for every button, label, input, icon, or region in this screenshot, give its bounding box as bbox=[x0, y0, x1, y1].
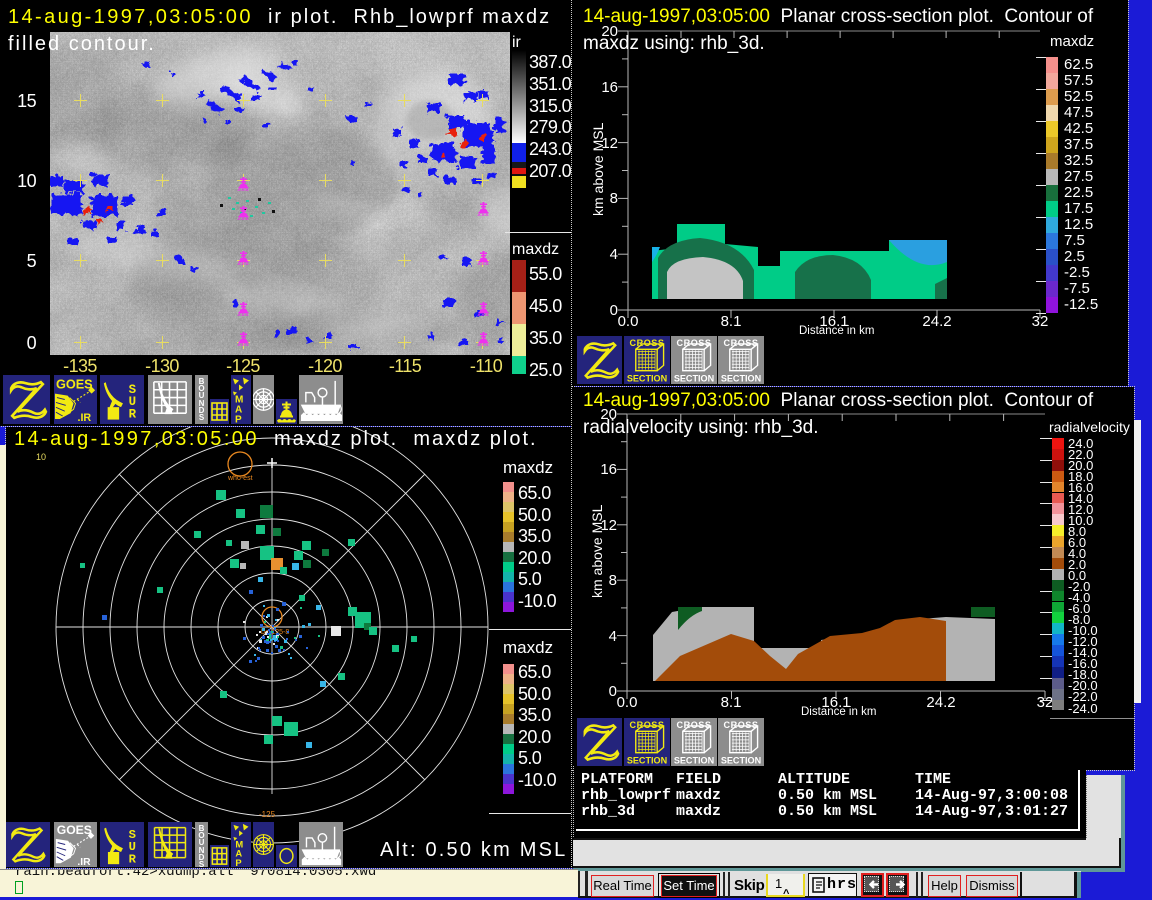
svg-text:-125: -125 bbox=[259, 810, 276, 819]
svg-text:who-est: who-est bbox=[227, 475, 253, 482]
